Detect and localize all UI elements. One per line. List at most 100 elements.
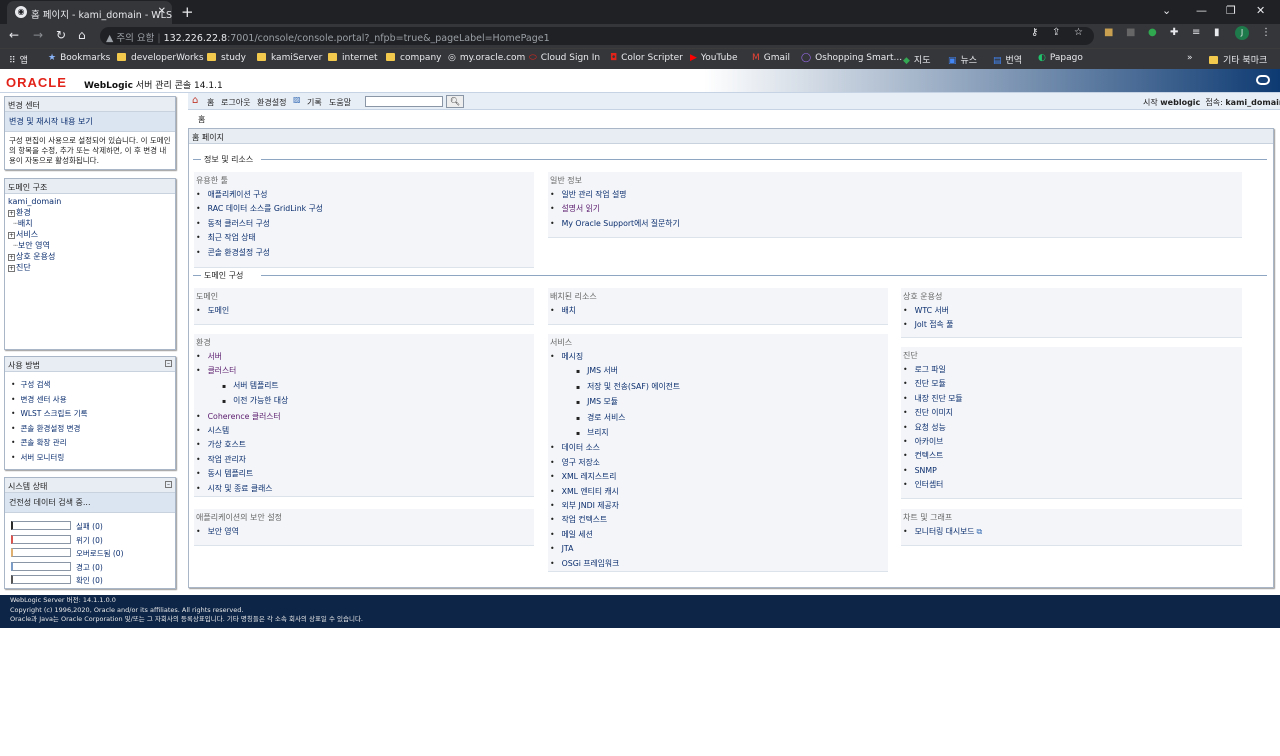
bookmark-item[interactable]: ⬭ Cloud Sign In bbox=[529, 53, 600, 63]
bookmark-folder[interactable]: study bbox=[207, 53, 246, 63]
bookmark-item[interactable]: ▶ YouTube bbox=[690, 53, 738, 63]
chart-icon[interactable]: ▨ bbox=[293, 95, 301, 104]
how-do-i-link[interactable]: 변경 센터 사용 bbox=[20, 395, 66, 404]
services-link[interactable]: 메일 세션 bbox=[562, 530, 593, 539]
browser-tab[interactable]: ◉ 홈 페이지 - kami_domain - WLS ✕ bbox=[7, 1, 172, 24]
tree-node-environment[interactable]: 환경 bbox=[16, 208, 31, 217]
deployments-link[interactable]: 배치 bbox=[562, 306, 576, 315]
services-link[interactable]: JTA bbox=[562, 544, 574, 553]
view-changes-link[interactable]: 변경 및 재시작 내용 보기 bbox=[5, 112, 175, 132]
services-link[interactable]: JMS 모듈 bbox=[587, 397, 618, 406]
reload-icon[interactable]: ↻ bbox=[56, 28, 66, 42]
extension-icon[interactable]: ● bbox=[1148, 27, 1157, 38]
expand-icon[interactable]: + bbox=[8, 254, 15, 261]
expand-icon[interactable]: + bbox=[8, 232, 15, 239]
record-link[interactable]: 기록 bbox=[307, 97, 322, 108]
new-tab-button[interactable]: + bbox=[181, 3, 194, 21]
health-label[interactable]: 경고 (0) bbox=[76, 562, 103, 573]
bookmarks-overflow-icon[interactable]: » bbox=[1187, 53, 1193, 63]
health-label[interactable]: 위기 (0) bbox=[76, 535, 103, 546]
bookmark-item[interactable]: M Gmail bbox=[752, 53, 790, 63]
other-bookmarks[interactable]: 기타 북마크 bbox=[1209, 53, 1267, 66]
environment-link[interactable]: 서버 템플리트 bbox=[233, 381, 279, 390]
services-link[interactable]: JMS 서버 bbox=[587, 366, 618, 375]
environment-link[interactable]: 가상 호스트 bbox=[208, 440, 246, 449]
close-tab-icon[interactable]: ✕ bbox=[158, 6, 166, 17]
collapse-icon[interactable]: – bbox=[165, 360, 172, 367]
health-label[interactable]: 확인 (0) bbox=[76, 575, 103, 586]
tab-search-icon[interactable]: ⌄ bbox=[1162, 4, 1171, 17]
bookmark-item[interactable]: ◘ Color Scripter bbox=[610, 53, 683, 63]
bookmark-item[interactable]: ◐ Papago bbox=[1038, 53, 1083, 63]
bookmark-item[interactable]: ▣ 뉴스 bbox=[948, 53, 977, 66]
diagnostics-link[interactable]: 진단 모듈 bbox=[915, 379, 946, 388]
bookmark-folder[interactable]: internet bbox=[328, 53, 378, 63]
logout-link[interactable]: 로그아웃 bbox=[221, 97, 250, 108]
domain-link[interactable]: 도메인 bbox=[208, 306, 230, 315]
general-info-link[interactable]: 설명서 읽기 bbox=[562, 204, 600, 213]
share-icon[interactable]: ⇪ bbox=[1052, 27, 1060, 38]
tree-node-services[interactable]: 서비스 bbox=[16, 230, 38, 239]
tree-node-diagnostics[interactable]: 진단 bbox=[16, 263, 31, 272]
how-do-i-link[interactable]: 구성 검색 bbox=[20, 380, 50, 389]
services-link[interactable]: 저장 및 전송(SAF) 에이전트 bbox=[587, 382, 680, 391]
minimize-button[interactable]: — bbox=[1196, 4, 1207, 17]
maximize-button[interactable]: ❐ bbox=[1226, 4, 1236, 17]
how-do-i-link[interactable]: 서버 모니터링 bbox=[20, 453, 64, 462]
useful-tool-link[interactable]: 콘솔 환경설정 구성 bbox=[208, 248, 270, 257]
services-link[interactable]: 경로 서비스 bbox=[587, 413, 625, 422]
diagnostics-link[interactable]: 컨텍스트 bbox=[915, 451, 944, 460]
bookmark-item[interactable]: ★ Bookmarks bbox=[48, 53, 110, 63]
useful-tool-link[interactable]: 최근 작업 상태 bbox=[208, 233, 256, 242]
useful-tool-link[interactable]: 애플리케이션 구성 bbox=[208, 190, 268, 199]
bookmark-folder[interactable]: developerWorks bbox=[117, 53, 204, 63]
expand-icon[interactable]: + bbox=[8, 210, 15, 217]
diagnostics-link[interactable]: 아카이브 bbox=[915, 437, 944, 446]
diagnostics-link[interactable]: 요청 성능 bbox=[915, 423, 946, 432]
bookmark-item[interactable]: ◆ 지도 bbox=[903, 53, 930, 66]
how-do-i-link[interactable]: 콘솔 환경설정 변경 bbox=[20, 424, 80, 433]
security-realm-link[interactable]: 보안 영역 bbox=[208, 527, 239, 536]
general-info-link[interactable]: My Oracle Support에서 질문하기 bbox=[562, 219, 680, 228]
menu-icon[interactable]: ⋮ bbox=[1261, 27, 1271, 38]
services-link[interactable]: 영구 저장소 bbox=[562, 458, 600, 467]
services-link[interactable]: 브리지 bbox=[587, 428, 609, 437]
search-button[interactable]: 🔍︎ bbox=[446, 95, 464, 108]
home-icon[interactable]: ⌂ bbox=[192, 95, 198, 106]
services-link[interactable]: 작업 컨텍스트 bbox=[562, 515, 608, 524]
extension-icon[interactable]: ■ bbox=[1126, 27, 1135, 38]
interop-link[interactable]: Jolt 접속 풀 bbox=[915, 320, 954, 329]
tree-node-deployments[interactable]: 배치 bbox=[18, 219, 33, 228]
useful-tool-link[interactable]: 동적 클러스터 구성 bbox=[208, 219, 270, 228]
forward-icon[interactable]: → bbox=[33, 28, 43, 42]
environment-link[interactable]: 서버 bbox=[208, 352, 222, 361]
how-do-i-link[interactable]: WLST 스크립트 기록 bbox=[20, 409, 87, 418]
services-link[interactable]: XML 레지스트리 bbox=[562, 472, 617, 481]
tree-node-security-realms[interactable]: 보안 영역 bbox=[18, 241, 50, 250]
services-link[interactable]: 외부 JNDI 제공자 bbox=[562, 501, 619, 510]
back-icon[interactable]: ← bbox=[9, 28, 19, 42]
environment-link[interactable]: 동시 템플리트 bbox=[208, 469, 254, 478]
environment-link[interactable]: 작업 관리자 bbox=[208, 455, 246, 464]
services-link[interactable]: XML 엔티티 캐시 bbox=[562, 487, 619, 496]
diagnostics-link[interactable]: 인터셉터 bbox=[915, 480, 944, 489]
environment-link[interactable]: Coherence 클러스터 bbox=[208, 412, 281, 421]
collapse-icon[interactable]: – bbox=[165, 481, 172, 488]
puzzle-icon[interactable]: ✚ bbox=[1170, 27, 1178, 38]
environment-link[interactable]: 이전 가능한 대상 bbox=[233, 396, 288, 405]
help-link[interactable]: 도움말 bbox=[329, 97, 351, 108]
expand-icon[interactable]: + bbox=[8, 265, 15, 272]
interop-link[interactable]: WTC 서버 bbox=[915, 306, 949, 315]
diagnostics-link[interactable]: SNMP bbox=[915, 466, 937, 475]
health-label[interactable]: 실패 (0) bbox=[76, 521, 103, 532]
close-window-button[interactable]: ✕ bbox=[1256, 4, 1265, 17]
monitoring-dashboard-link[interactable]: 모니터링 대시보드 bbox=[915, 527, 975, 536]
media-icon[interactable]: ≡ bbox=[1192, 27, 1200, 38]
address-bar[interactable]: ▲ 주의 요함 | 132.226.22.8:7001/console/cons… bbox=[100, 27, 1094, 45]
general-info-link[interactable]: 일반 관리 작업 설명 bbox=[562, 190, 627, 199]
diagnostics-link[interactable]: 로그 파일 bbox=[915, 365, 946, 374]
home-link[interactable]: 홈 bbox=[207, 97, 214, 108]
environment-link[interactable]: 시작 및 종료 클래스 bbox=[208, 484, 273, 493]
services-link[interactable]: OSGi 프레임워크 bbox=[562, 559, 620, 568]
tree-node-interoperability[interactable]: 상호 운용성 bbox=[16, 252, 55, 261]
